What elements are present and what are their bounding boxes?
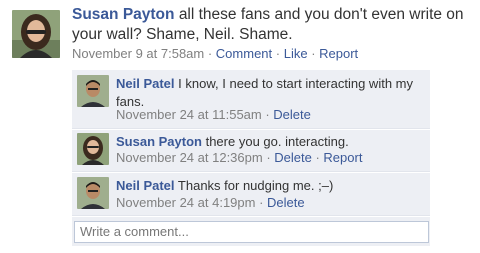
comment-text: Thanks for nudging me. ;–) bbox=[177, 178, 334, 193]
post-timestamp: November 9 at 7:58am bbox=[72, 46, 205, 61]
comment-content: Neil Patel Thanks for nudging me. ;–) bbox=[116, 177, 424, 195]
comment-timestamp: November 24 at 12:36pm bbox=[116, 150, 263, 165]
avatar-neil-patel[interactable] bbox=[77, 75, 109, 107]
comment-item: Neil Patel Thanks for nudging me. ;–) No… bbox=[72, 173, 430, 215]
comment-link[interactable]: Comment bbox=[216, 46, 272, 61]
comment-author-link[interactable]: Susan Payton bbox=[116, 134, 202, 149]
post-meta: November 9 at 7:58am · Comment · Like · … bbox=[72, 45, 358, 63]
comment-item: Susan Payton there you go. interacting. … bbox=[72, 130, 430, 170]
separator: · bbox=[311, 150, 324, 165]
post-body: Susan Payton all these fans and you don'… bbox=[72, 5, 472, 45]
delete-link[interactable]: Delete bbox=[273, 107, 311, 122]
avatar-susan-payton[interactable] bbox=[77, 133, 109, 165]
separator: · bbox=[307, 46, 320, 61]
wall-post: Susan Payton all these fans and you don'… bbox=[0, 0, 480, 253]
delete-link[interactable]: Delete bbox=[274, 150, 312, 165]
comment-meta: November 24 at 4:19pm · Delete bbox=[116, 194, 305, 212]
separator: · bbox=[204, 46, 216, 61]
report-link[interactable]: Report bbox=[323, 150, 362, 165]
delete-link[interactable]: Delete bbox=[267, 195, 305, 210]
separator: · bbox=[262, 150, 275, 165]
comment-timestamp: November 24 at 11:55am bbox=[116, 107, 262, 122]
separator: · bbox=[261, 107, 274, 122]
separator: · bbox=[272, 46, 284, 61]
post-author-link[interactable]: Susan Payton bbox=[72, 6, 175, 23]
avatar-neil-patel[interactable] bbox=[77, 177, 109, 209]
comment-divider bbox=[72, 216, 430, 217]
report-link[interactable]: Report bbox=[319, 46, 358, 61]
comment-input[interactable]: Write a comment... bbox=[74, 221, 429, 243]
comment-meta: November 24 at 11:55am · Delete bbox=[116, 106, 311, 124]
comment-author-link[interactable]: Neil Patel bbox=[116, 76, 175, 91]
comment-text: there you go. interacting. bbox=[205, 134, 349, 149]
comment-meta: November 24 at 12:36pm · Delete · Report bbox=[116, 149, 362, 167]
comment-list: Neil Patel I know, I need to start inter… bbox=[72, 70, 430, 246]
separator: · bbox=[255, 195, 268, 210]
comment-author-link[interactable]: Neil Patel bbox=[116, 178, 175, 193]
comment-timestamp: November 24 at 4:19pm bbox=[116, 195, 256, 210]
comment-item: Neil Patel I know, I need to start inter… bbox=[72, 70, 430, 128]
like-link[interactable]: Like bbox=[284, 46, 308, 61]
avatar-susan-payton[interactable] bbox=[12, 10, 60, 58]
